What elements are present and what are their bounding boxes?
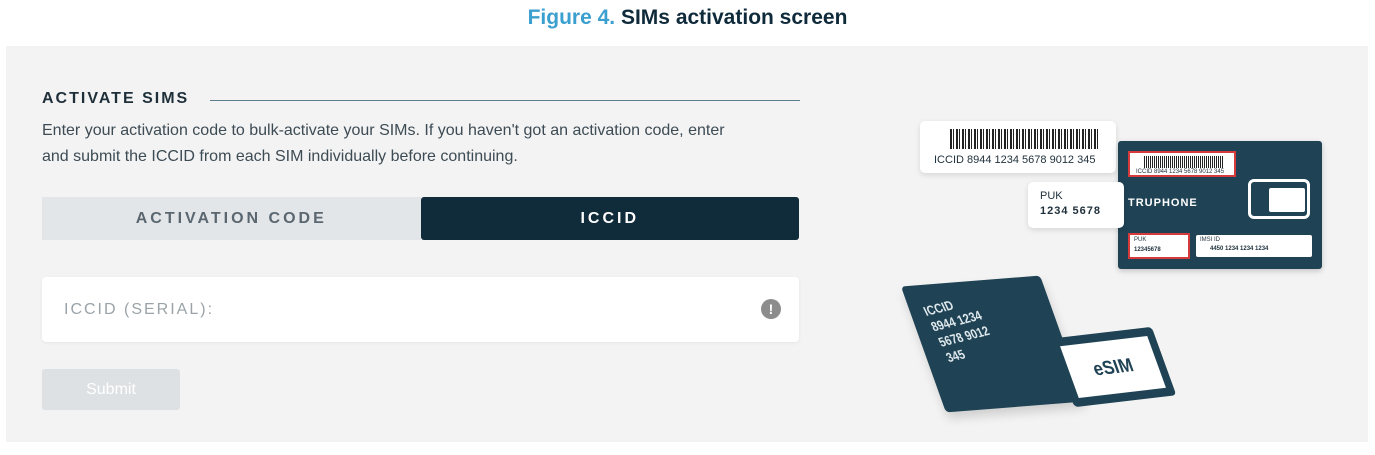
sim-card-graphic: ICCID 8944 1234 5678 9012 345 TRUPHONE P… bbox=[1118, 141, 1322, 269]
alert-circle-icon: ! bbox=[761, 299, 781, 319]
activation-panel: ACTIVATE SIMS Enter your activation code… bbox=[6, 46, 1368, 442]
figure-title: SIMs activation screen bbox=[620, 6, 848, 29]
card-puk-box: PUK 12345678 bbox=[1128, 233, 1190, 259]
barcode-iccid-text: ICCID 8944 1234 5678 9012 345 bbox=[934, 154, 1096, 166]
puk-value: 1234 5678 bbox=[1040, 205, 1101, 217]
card-imsi-box: IMSI ID 4450 1234 1234 1234 bbox=[1196, 235, 1312, 257]
card-imsi-value: 4450 1234 1234 1234 bbox=[1210, 246, 1269, 252]
card-barcode-graphic bbox=[1144, 156, 1224, 168]
submit-button[interactable]: Submit bbox=[42, 369, 180, 410]
tab-activation-code[interactable]: ACTIVATION CODE bbox=[42, 197, 421, 240]
puk-label: PUK bbox=[1040, 190, 1063, 202]
tab-iccid[interactable]: ICCID bbox=[420, 197, 799, 240]
puk-label-card: PUK 1234 5678 bbox=[1028, 182, 1124, 228]
intro-text: Enter your activation code to bulk-activ… bbox=[42, 118, 802, 170]
sim-chip-slot bbox=[1269, 188, 1305, 212]
esim-label: eSIM bbox=[1089, 353, 1137, 380]
card-iccid-text: ICCID 8944 1234 5678 9012 345 bbox=[1136, 169, 1225, 175]
iccid-field: ! bbox=[42, 277, 799, 342]
card-imsi-label: IMSI ID bbox=[1200, 237, 1221, 243]
iccid-input[interactable] bbox=[64, 277, 744, 342]
section-divider bbox=[210, 100, 800, 101]
intro-line-1: Enter your activation code to bulk-activ… bbox=[42, 122, 725, 139]
iccid-barcode-label: ICCID 8944 1234 5678 9012 345 bbox=[920, 121, 1116, 173]
card-iccid-box: ICCID 8944 1234 5678 9012 345 bbox=[1128, 151, 1236, 177]
card-puk-value: 12345678 bbox=[1134, 247, 1161, 253]
section-title: ACTIVATE SIMS bbox=[42, 90, 190, 107]
figure-number: Figure 4. bbox=[527, 6, 616, 29]
figure-caption: Figure 4. SIMs activation screen bbox=[0, 6, 1375, 30]
sim-illustration: ICCID 8944 1234 5678 9012 345 ICCID 8944… bbox=[896, 114, 1336, 434]
card-puk-label: PUK bbox=[1134, 237, 1147, 243]
section-header: ACTIVATE SIMS bbox=[42, 90, 800, 110]
barcode-graphic bbox=[950, 129, 1100, 149]
intro-line-2: and submit the ICCID from each SIM indiv… bbox=[42, 148, 518, 165]
sim-chip-outline bbox=[1248, 179, 1310, 219]
card-brand: TRUPHONE bbox=[1128, 197, 1198, 209]
activation-method-tabs: ACTIVATION CODE ICCID bbox=[42, 197, 799, 240]
chip-iccid-text: ICCID 8944 1234 5678 9012 345 bbox=[920, 297, 993, 366]
